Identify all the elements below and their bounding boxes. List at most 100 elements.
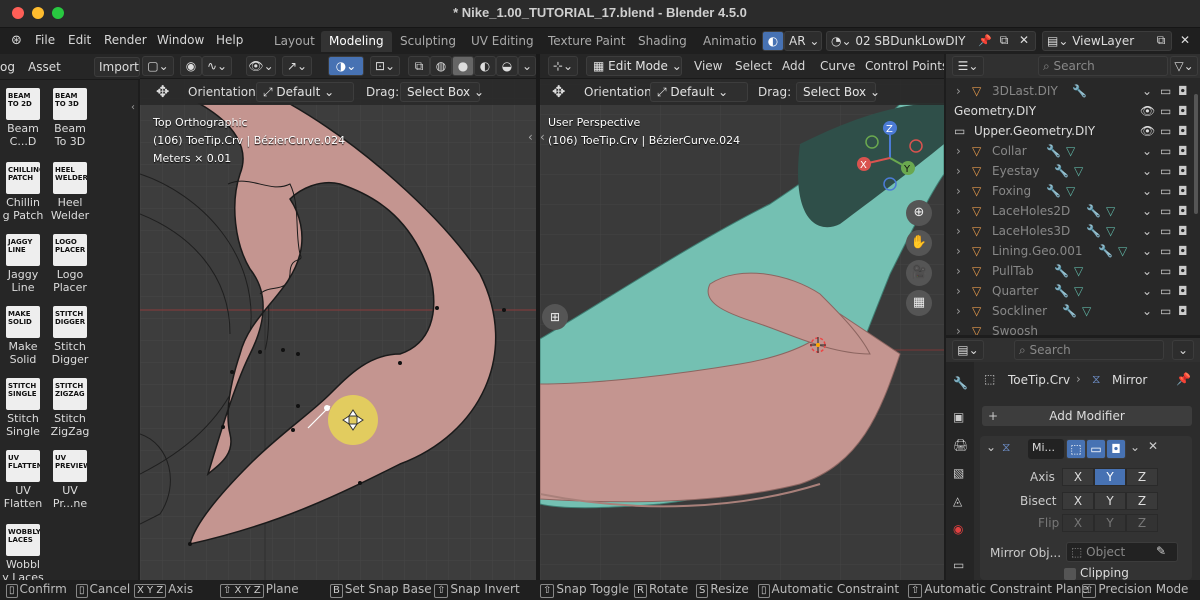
- outliner-row-quarter[interactable]: › ▽ Quarter 🔧 ▽ ⌄ ▭ ◘: [946, 284, 1200, 304]
- outliner-row-lining[interactable]: › ▽ Lining.Geo.001 🔧 ▽ ⌄ ▭ ◘: [946, 244, 1200, 264]
- axis-x-toggle[interactable]: X: [1062, 468, 1094, 486]
- scene-icon-button[interactable]: ◐: [762, 31, 784, 51]
- edit-mode-toggle-icon[interactable]: ⬚: [1066, 439, 1086, 459]
- material-shading-icon[interactable]: ◐: [474, 56, 496, 76]
- selected-control-point[interactable]: [324, 405, 330, 411]
- properties-type-icon[interactable]: ▤⌄: [952, 340, 984, 360]
- viewport-display-icon[interactable]: ▭: [1160, 204, 1171, 218]
- ortho-collapse-arrow-icon[interactable]: ‹: [528, 130, 533, 144]
- outliner-search[interactable]: ⌕ Search: [1038, 56, 1168, 76]
- visibility-eye-icon[interactable]: ⌄: [1142, 164, 1152, 178]
- control-point[interactable]: [258, 350, 262, 354]
- outliner-row-3dlast[interactable]: › ▽ 3DLast.DIY 🔧 ⌄ ▭ ◘: [946, 84, 1200, 104]
- asset-tab-asset[interactable]: Asset: [28, 60, 61, 74]
- outliner-type-icon[interactable]: ☰⌄: [952, 56, 984, 76]
- proportional-edit-icon[interactable]: ◉: [180, 56, 202, 76]
- rendered-shading-icon[interactable]: ◒: [496, 56, 518, 76]
- control-point[interactable]: [221, 425, 225, 429]
- control-point[interactable]: [502, 308, 506, 312]
- collapse-arrow-icon[interactable]: ›: [956, 264, 961, 278]
- viewport-display-icon[interactable]: ▭: [1160, 304, 1171, 318]
- viewport-display-icon[interactable]: ▭: [1160, 84, 1171, 98]
- drag-dropdown[interactable]: Select Box ⌄: [400, 82, 484, 102]
- transform-move-icon[interactable]: ✥: [156, 82, 169, 101]
- workspace-tab-modeling[interactable]: Modeling: [321, 31, 392, 52]
- tool-beam-to-3d[interactable]: BEAM TO 3D Beam To 3D: [46, 88, 94, 148]
- viewport-top-ortho[interactable]: ▢⌄ ◉ ∿⌄ 👁⌄ ↗⌄ ◑⌄ ⊡⌄ ⧉ ◍ ● ◐ ◒ ⌄ ✥ Orient…: [140, 54, 538, 580]
- menu-edit[interactable]: Edit: [68, 33, 91, 47]
- workspace-tab-animation[interactable]: Animatio: [695, 31, 759, 52]
- menu-window[interactable]: Window: [157, 33, 204, 47]
- workspace-tab-shading[interactable]: Shading: [630, 31, 695, 52]
- asset-tab-og[interactable]: og: [0, 60, 15, 74]
- render-camera-icon[interactable]: ◘: [1178, 104, 1188, 118]
- gizmo-neg-x-axis[interactable]: [909, 139, 923, 153]
- workspace-tab-sculpting[interactable]: Sculpting: [392, 31, 464, 52]
- workspace-tab-layout[interactable]: Layout: [266, 31, 323, 52]
- control-point[interactable]: [291, 428, 295, 432]
- tool-chilling-patch[interactable]: CHILLING PATCH Chillin g Patch: [0, 162, 46, 222]
- sidebar-toggle-icon[interactable]: ⊞: [542, 304, 568, 330]
- outliner-row-eyestay[interactable]: › ▽ Eyestay 🔧 ▽ ⌄ ▭ ◘: [946, 164, 1200, 184]
- collapse-arrow-icon[interactable]: ›: [956, 84, 961, 98]
- pan-hand-icon[interactable]: ✋: [906, 230, 932, 256]
- visibility-eye-icon[interactable]: ⌄: [1142, 184, 1152, 198]
- delete-viewlayer-icon[interactable]: ✕: [1176, 31, 1194, 51]
- workspace-tab-texture-paint[interactable]: Texture Paint: [540, 31, 633, 52]
- menu-render[interactable]: Render: [104, 33, 147, 47]
- visibility-icon[interactable]: 👁⌄: [246, 56, 276, 76]
- pin-properties-icon[interactable]: 📌: [1176, 372, 1191, 386]
- copy-scene-icon[interactable]: ⧉: [995, 31, 1013, 51]
- tool-jaggy-line[interactable]: JAGGY LINE Jaggy Line: [0, 234, 46, 294]
- menu-help[interactable]: Help: [216, 33, 243, 47]
- outliner-row-sockliner[interactable]: › ▽ Sockliner 🔧 ▽ ⌄ ▭ ◘: [946, 304, 1200, 324]
- view-layer-tab-icon[interactable]: ▧: [953, 466, 964, 480]
- outliner-row-geometry-diy[interactable]: Geometry.DIY 👁 ▭ ◘: [946, 104, 1200, 124]
- collapse-arrow-icon[interactable]: ›: [956, 284, 961, 298]
- collection-tab-icon[interactable]: ▭: [953, 558, 964, 572]
- scene-mode-dropdown[interactable]: AR ⌄: [784, 31, 822, 51]
- control-point[interactable]: [398, 361, 402, 365]
- control-point[interactable]: [435, 306, 439, 310]
- solid-shading-icon[interactable]: ●: [452, 56, 474, 76]
- bisect-x-toggle[interactable]: X: [1062, 492, 1094, 510]
- viewport-display-icon[interactable]: ▭: [1160, 144, 1171, 158]
- collapse-left-arrow-icon[interactable]: ‹: [131, 102, 135, 113]
- gizmo-icon[interactable]: ↗⌄: [282, 56, 312, 76]
- tool-stitch-zigzag[interactable]: STITCH ZIGZAG Stitch ZigZag: [46, 378, 94, 438]
- remove-modifier-icon[interactable]: ✕: [1148, 439, 1158, 453]
- render-camera-icon[interactable]: ◘: [1178, 304, 1188, 318]
- workspace-tab-uv-editing[interactable]: UV Editing: [463, 31, 542, 52]
- toggle-xray-icon[interactable]: ⧉: [408, 56, 430, 76]
- render-camera-icon[interactable]: ◘: [1178, 224, 1188, 238]
- tool-uv-preview[interactable]: UV PREVIEW UV Pr...ne: [46, 450, 94, 510]
- flip-x-toggle[interactable]: X: [1062, 514, 1094, 532]
- modifier-name-field[interactable]: Mi...: [1028, 439, 1064, 459]
- filter-icon[interactable]: ▽⌄: [1170, 56, 1198, 76]
- visibility-eye-icon[interactable]: ⌄: [1142, 84, 1152, 98]
- collapse-arrow-icon[interactable]: ›: [956, 144, 961, 158]
- collapse-arrow-icon[interactable]: ›: [956, 204, 961, 218]
- collapse-arrow-icon[interactable]: ›: [956, 224, 961, 238]
- shading-options-icon[interactable]: ⌄: [518, 56, 536, 76]
- eyedropper-icon[interactable]: ✎: [1156, 544, 1166, 558]
- xray-icon[interactable]: ⊡⌄: [370, 56, 400, 76]
- visibility-eye-icon[interactable]: ⌄: [1142, 284, 1152, 298]
- delete-scene-icon[interactable]: ✕: [1015, 31, 1033, 51]
- outliner-row-foxing[interactable]: › ▽ Foxing 🔧 ▽ ⌄ ▭ ◘: [946, 184, 1200, 204]
- wireframe-shading-icon[interactable]: ◍: [430, 56, 452, 76]
- modifier-dropdown-icon[interactable]: ⌄: [1130, 440, 1140, 454]
- perspective-move-icon[interactable]: ✥: [552, 82, 565, 101]
- control-point[interactable]: [188, 542, 192, 546]
- perspective-toggle-icon[interactable]: ▦: [906, 290, 932, 316]
- falloff-icon[interactable]: ∿⌄: [202, 56, 232, 76]
- bisect-z-toggle[interactable]: Z: [1126, 492, 1158, 510]
- menu-view[interactable]: View: [694, 59, 722, 73]
- visibility-eye-icon[interactable]: 👁: [1140, 124, 1155, 138]
- navigation-gizmo[interactable]: Z Y X: [850, 118, 930, 198]
- menu-control-points[interactable]: Control Points: [865, 59, 944, 73]
- perspective-orientation-dropdown[interactable]: ⤢ Default ⌄: [650, 82, 748, 102]
- menu-add[interactable]: Add: [782, 59, 805, 73]
- perspective-drag-dropdown[interactable]: Select Box ⌄: [796, 82, 880, 102]
- collapse-arrow-icon[interactable]: ›: [956, 244, 961, 258]
